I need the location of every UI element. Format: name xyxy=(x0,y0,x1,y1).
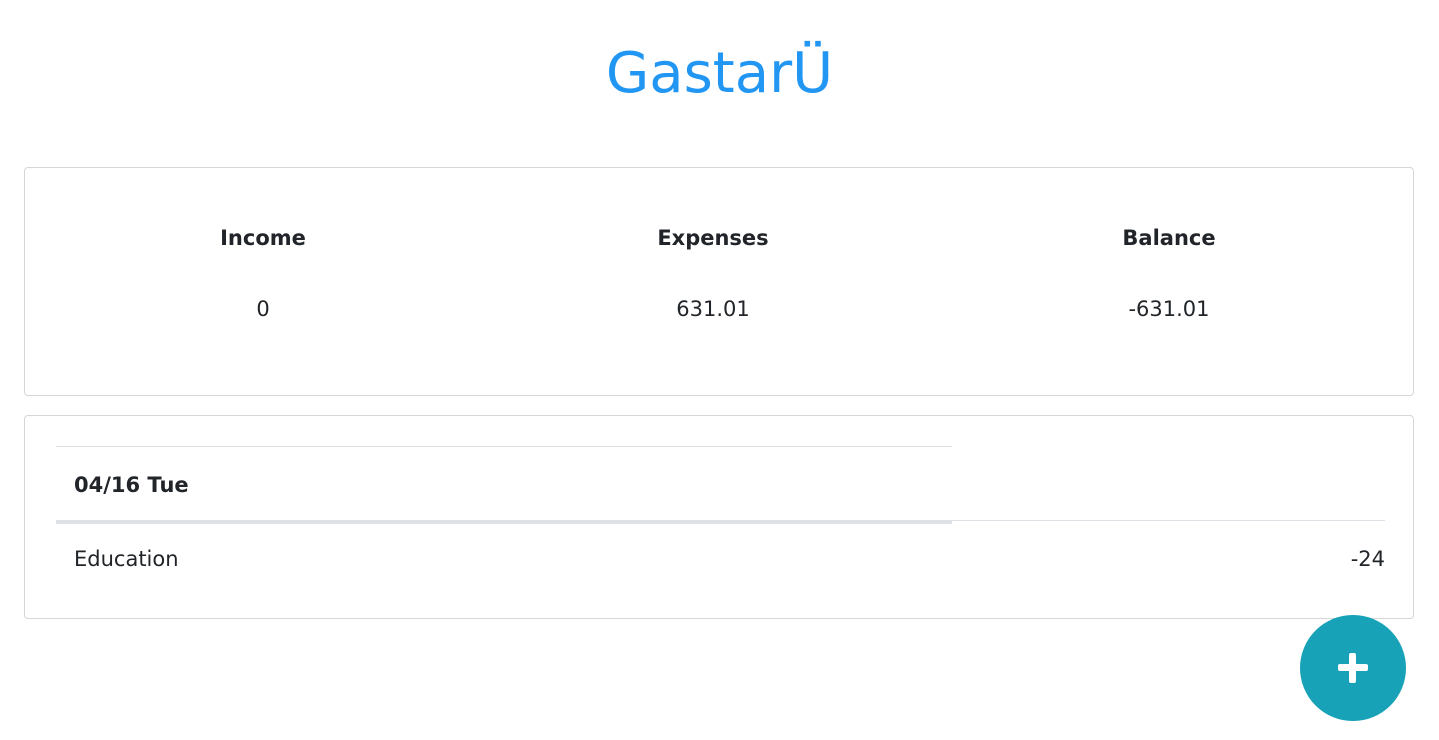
balance-label: Balance xyxy=(1122,226,1216,250)
summary-card: Income 0 Expenses 631.01 Balance -631.01 xyxy=(24,167,1414,396)
balance-value: -631.01 xyxy=(1128,297,1210,321)
transactions-list: 04/16 Tue Education -24 xyxy=(24,415,1414,619)
income-label: Income xyxy=(220,226,306,250)
date-group-header: 04/16 Tue xyxy=(56,446,952,524)
transaction-row[interactable]: Education -24 xyxy=(56,521,1385,591)
add-transaction-button[interactable] xyxy=(1300,615,1406,721)
expenses-value: 631.01 xyxy=(676,297,750,321)
date-label: 04/16 Tue xyxy=(74,473,189,497)
transaction-category: Education xyxy=(74,547,179,571)
expenses-label: Expenses xyxy=(657,226,769,250)
app-title: GastarÜ xyxy=(605,41,834,106)
income-value: 0 xyxy=(256,297,270,321)
transaction-amount: -24 xyxy=(1350,547,1385,571)
